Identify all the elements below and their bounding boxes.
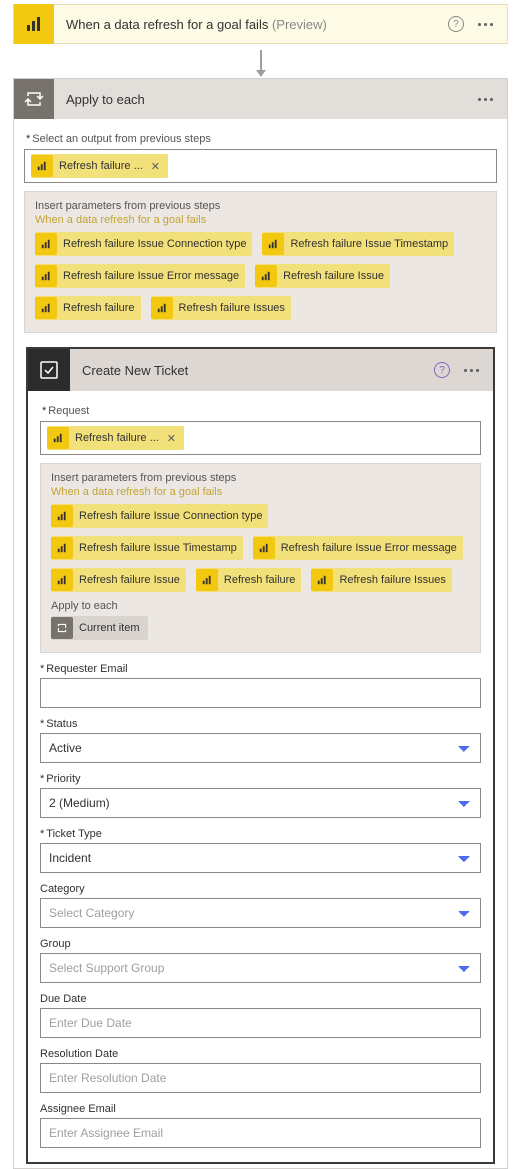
selected-token[interactable]: Refresh failure ... ✕ xyxy=(47,426,184,450)
insert-parameters-panel: Insert parameters from previous steps Wh… xyxy=(40,463,481,653)
priority-select[interactable]: 2 (Medium) xyxy=(40,788,481,818)
powerbi-icon xyxy=(311,569,333,591)
apply-to-each-sublabel: Apply to each xyxy=(51,600,470,612)
requester-email-input[interactable] xyxy=(40,678,481,708)
loop-icon xyxy=(51,617,73,639)
due-date-input[interactable] xyxy=(40,1008,481,1038)
powerbi-icon xyxy=(51,505,73,527)
insert-panel-source: When a data refresh for a goal fails xyxy=(51,486,470,498)
preview-tag: (Preview) xyxy=(272,17,327,32)
powerbi-icon xyxy=(255,265,277,287)
powerbi-icon xyxy=(51,537,73,559)
parameter-token[interactable]: Refresh failure Issues xyxy=(311,568,451,592)
status-select[interactable]: Active xyxy=(40,733,481,763)
powerbi-icon xyxy=(253,537,275,559)
resolution-date-label: Resolution Date xyxy=(40,1048,481,1060)
ticket-type-label: Ticket Type xyxy=(40,828,481,840)
trigger-card[interactable]: When a data refresh for a goal fails (Pr… xyxy=(13,4,508,44)
token-label: Refresh failure Issue xyxy=(283,270,384,282)
token-label: Refresh failure Issue Error message xyxy=(281,542,457,554)
more-menu-icon[interactable] xyxy=(478,23,493,26)
more-menu-icon[interactable] xyxy=(478,98,493,101)
insert-panel-source: When a data refresh for a goal fails xyxy=(35,214,486,226)
group-select[interactable]: Select Support Group xyxy=(40,953,481,983)
parameter-token[interactable]: Refresh failure Issues xyxy=(151,296,291,320)
category-label: Category xyxy=(40,883,481,895)
apply-to-each-header[interactable]: Apply to each xyxy=(14,79,507,119)
insert-panel-title: Insert parameters from previous steps xyxy=(35,200,486,212)
powerbi-icon xyxy=(51,569,73,591)
powerbi-icon xyxy=(151,297,173,319)
due-date-label: Due Date xyxy=(40,993,481,1005)
help-icon[interactable]: ? xyxy=(434,362,450,378)
parameter-token[interactable]: Refresh failure Issue Timestamp xyxy=(262,232,454,256)
token-label: Current item xyxy=(79,622,140,634)
help-icon[interactable]: ? xyxy=(448,16,464,32)
requester-email-label: Requester Email xyxy=(40,663,481,675)
token-label: Refresh failure Issue Error message xyxy=(63,270,239,282)
token-label: Refresh failure Issue Connection type xyxy=(79,510,262,522)
apply-to-each-step: Apply to each Select an output from prev… xyxy=(13,78,508,1169)
token-label: Refresh failure Issues xyxy=(179,302,285,314)
token-label: Refresh failure Issue Timestamp xyxy=(79,542,237,554)
powerbi-icon xyxy=(35,265,57,287)
powerbi-icon xyxy=(35,233,57,255)
step-title: Apply to each xyxy=(54,92,478,107)
parameter-token[interactable]: Refresh failure xyxy=(196,568,302,592)
category-select[interactable]: Select Category xyxy=(40,898,481,928)
parameter-token[interactable]: Refresh failure Issue xyxy=(255,264,390,288)
priority-label: Priority xyxy=(40,773,481,785)
token-label: Refresh failure ... xyxy=(75,432,159,444)
powerbi-icon xyxy=(35,297,57,319)
parameter-token[interactable]: Refresh failure Issue xyxy=(51,568,186,592)
token-label: Refresh failure Issues xyxy=(339,574,445,586)
step-title: Create New Ticket xyxy=(70,363,434,378)
insert-panel-title: Insert parameters from previous steps xyxy=(51,472,470,484)
status-label: Status xyxy=(40,718,481,730)
assignee-email-input[interactable] xyxy=(40,1118,481,1148)
ticket-type-select[interactable]: Incident xyxy=(40,843,481,873)
powerbi-icon xyxy=(196,569,218,591)
token-label: Refresh failure Issue Timestamp xyxy=(290,238,448,250)
loop-icon xyxy=(14,79,54,119)
powerbi-icon xyxy=(31,155,53,177)
parameter-token[interactable]: Refresh failure Issue Connection type xyxy=(35,232,252,256)
group-label: Group xyxy=(40,938,481,950)
token-label: Refresh failure ... xyxy=(59,160,143,172)
token-label: Refresh failure xyxy=(224,574,296,586)
selected-token[interactable]: Refresh failure ... ✕ xyxy=(31,154,168,178)
parameter-token[interactable]: Refresh failure Issue Error message xyxy=(35,264,245,288)
powerbi-icon xyxy=(47,427,69,449)
request-input[interactable]: Refresh failure ... ✕ xyxy=(40,421,481,455)
parameter-token[interactable]: Refresh failure Issue Connection type xyxy=(51,504,268,528)
remove-token-icon[interactable]: ✕ xyxy=(149,160,162,173)
ticket-icon xyxy=(28,349,70,391)
select-output-label: Select an output from previous steps xyxy=(26,133,495,145)
token-label: Refresh failure Issue xyxy=(79,574,180,586)
select-output-input[interactable]: Refresh failure ... ✕ xyxy=(24,149,497,183)
insert-parameters-panel: Insert parameters from previous steps Wh… xyxy=(24,191,497,333)
powerbi-icon xyxy=(262,233,284,255)
create-ticket-step: Create New Ticket ? Request Refresh fail… xyxy=(26,347,495,1164)
current-item-token[interactable]: Current item xyxy=(51,616,148,640)
token-label: Refresh failure xyxy=(63,302,135,314)
request-label: Request xyxy=(42,405,479,417)
parameter-token[interactable]: Refresh failure Issue Error message xyxy=(253,536,463,560)
remove-token-icon[interactable]: ✕ xyxy=(165,432,178,445)
more-menu-icon[interactable] xyxy=(464,369,479,372)
parameter-token[interactable]: Refresh failure Issue Timestamp xyxy=(51,536,243,560)
assignee-email-label: Assignee Email xyxy=(40,1103,481,1115)
create-ticket-header[interactable]: Create New Ticket ? xyxy=(28,349,493,391)
trigger-title: When a data refresh for a goal fails (Pr… xyxy=(54,17,448,32)
resolution-date-input[interactable] xyxy=(40,1063,481,1093)
flow-arrow xyxy=(0,50,521,76)
token-label: Refresh failure Issue Connection type xyxy=(63,238,246,250)
parameter-token[interactable]: Refresh failure xyxy=(35,296,141,320)
powerbi-icon xyxy=(14,4,54,44)
